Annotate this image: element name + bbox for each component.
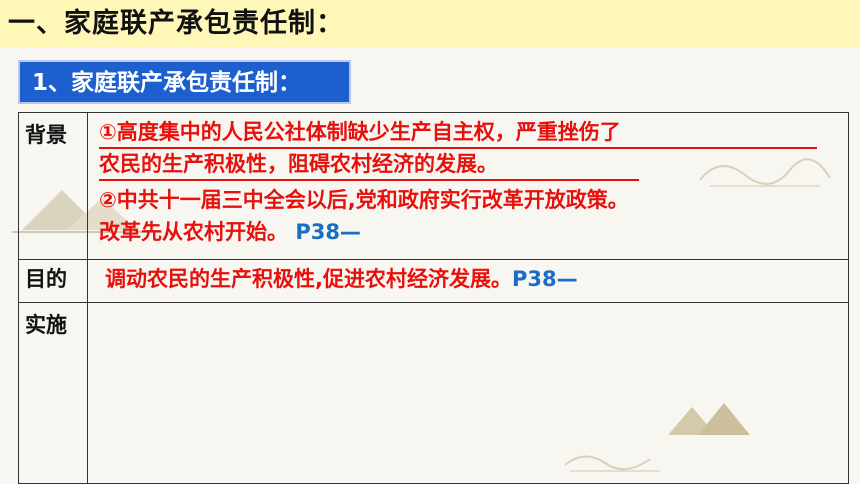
- background-line-4-text: 改革先从农村开始。: [99, 220, 288, 244]
- purpose-line: 调动农民的生产积极性,促进农村经济发展。P38—: [105, 264, 578, 294]
- page-title: 一、家庭联产承包责任制：: [8, 8, 344, 39]
- underline: [99, 179, 639, 181]
- page-reference: P38—: [511, 267, 578, 291]
- table-row-divider: [19, 302, 848, 303]
- row-label-purpose: 目的: [25, 267, 67, 291]
- purpose-text: 调动农民的生产积极性,促进农村经济发展。: [105, 267, 512, 291]
- background-line-4: 改革先从农村开始。 P38—: [99, 217, 361, 247]
- row-label-implementation: 实施: [25, 313, 67, 337]
- info-table: 背景 ①高度集中的人民公社体制缺少生产自主权，严重挫伤了 农民的生产积极性，阻碍…: [18, 112, 849, 484]
- page-reference: P38—: [295, 220, 361, 244]
- background-line-2: 农民的生产积极性，阻碍农村经济的发展。: [99, 152, 498, 176]
- section-subtitle: 1、家庭联产承包责任制：: [32, 70, 302, 96]
- background-line-1: ①高度集中的人民公社体制缺少生产自主权，严重挫伤了: [99, 120, 621, 144]
- title-bar: 一、家庭联产承包责任制：: [0, 0, 860, 48]
- row-label-background: 背景: [25, 123, 67, 147]
- table-column-divider: [87, 113, 88, 483]
- background-line-3: ②中共十一届三中全会以后,党和政府实行改革开放政策。: [99, 188, 629, 212]
- table-row-divider: [19, 259, 848, 260]
- subtitle-box: 1、家庭联产承包责任制：: [18, 60, 351, 104]
